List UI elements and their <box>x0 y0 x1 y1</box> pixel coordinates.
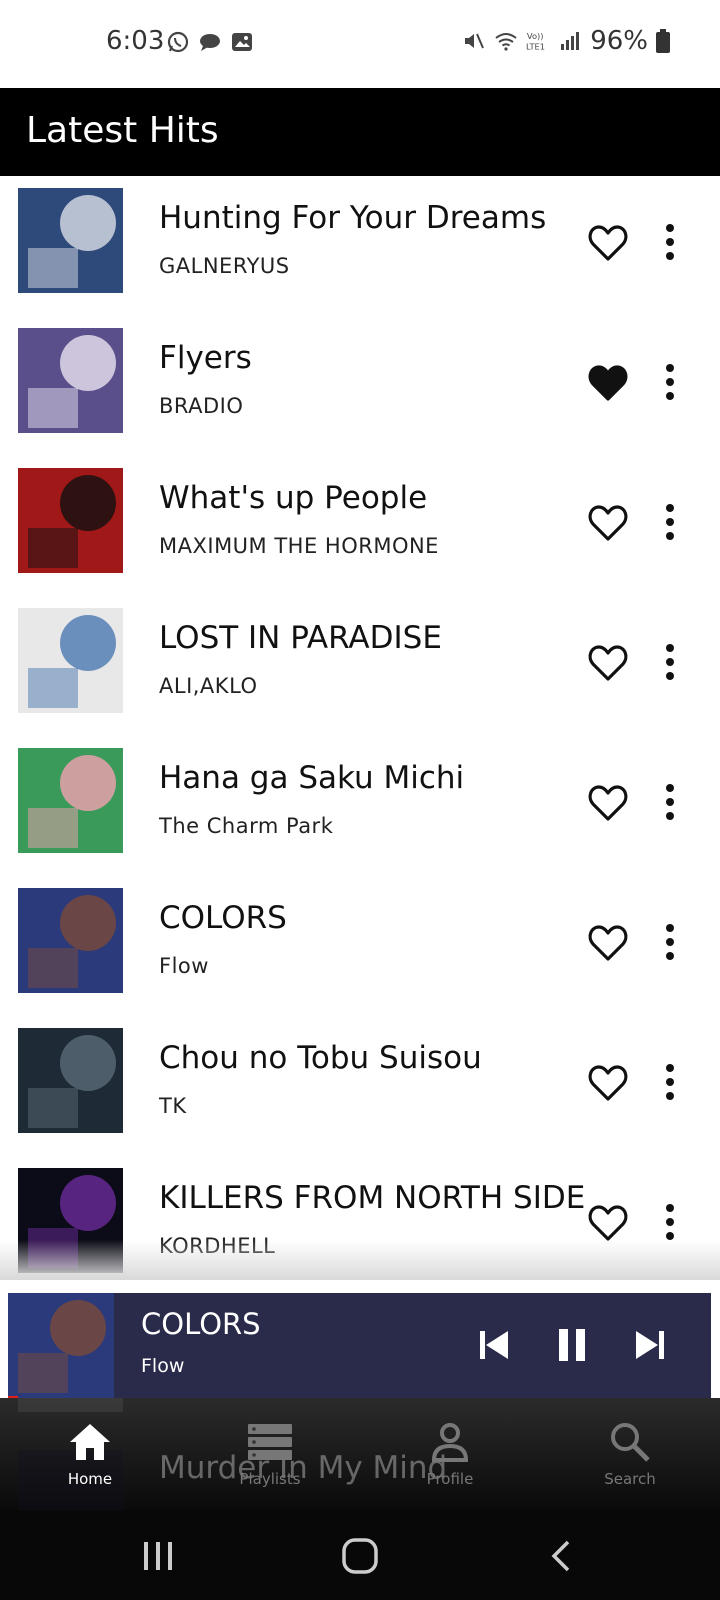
list-item[interactable]: Hana ga Saku Michi The Charm Park <box>0 736 720 876</box>
album-cover[interactable] <box>18 468 123 573</box>
heart-outline-icon[interactable] <box>588 1204 628 1242</box>
whatsapp-icon <box>167 31 189 53</box>
song-artist: TK <box>159 1094 187 1118</box>
song-artist: GALNERYUS <box>159 254 290 278</box>
nav-label: Profile <box>426 1470 474 1488</box>
album-cover <box>18 1398 123 1412</box>
list-fade <box>0 1240 720 1280</box>
recent-apps-icon[interactable] <box>138 1536 178 1576</box>
search-icon <box>611 1423 650 1462</box>
app-header: Latest Hits <box>0 88 720 176</box>
status-right: Vo)) LTE1 96% <box>462 26 670 56</box>
song-artist: BRADIO <box>159 394 244 418</box>
list-item[interactable]: Chou no Tobu Suisou TK <box>0 1016 720 1156</box>
previous-track-icon[interactable] <box>472 1323 516 1367</box>
status-bar: 6:03 Vo)) LTE1 96% <box>0 0 720 88</box>
chat-bubble-icon <box>200 34 220 51</box>
song-title: Flyers <box>159 340 252 376</box>
nav-label: Playlists <box>239 1470 301 1488</box>
svg-text:Vo)): Vo)) <box>527 31 544 41</box>
song-title: KILLERS FROM NORTH SIDE <box>159 1180 586 1216</box>
battery-icon <box>656 29 670 53</box>
heart-outline-icon[interactable] <box>588 644 628 682</box>
pause-icon[interactable] <box>550 1323 594 1367</box>
more-options-icon[interactable] <box>658 1060 682 1104</box>
more-options-icon[interactable] <box>658 360 682 404</box>
heart-outline-icon[interactable] <box>588 224 628 262</box>
list-item[interactable]: Hunting For Your Dreams GALNERYUS <box>0 176 720 316</box>
svg-text:LTE1: LTE1 <box>526 41 545 51</box>
mini-player-cover[interactable] <box>8 1293 114 1398</box>
mini-player-artist: Flow <box>141 1355 185 1377</box>
gallery-icon <box>232 33 252 51</box>
album-cover[interactable] <box>18 748 123 853</box>
profile-icon <box>431 1423 469 1462</box>
nav-search[interactable]: Search <box>570 1420 690 1500</box>
notification-icons <box>166 30 254 54</box>
status-time: 6:03 <box>106 26 165 56</box>
home-icon <box>70 1424 110 1460</box>
system-nav-bar <box>0 1510 720 1600</box>
heart-outline-icon[interactable] <box>588 924 628 962</box>
song-artist: ALI,AKLO <box>159 674 258 698</box>
nav-label: Search <box>604 1470 656 1488</box>
heart-outline-icon[interactable] <box>588 784 628 822</box>
nav-profile[interactable]: Profile <box>390 1420 510 1500</box>
page-title: Latest Hits <box>26 110 219 151</box>
song-title: LOST IN PARADISE <box>159 620 442 656</box>
nav-label: Home <box>67 1470 113 1488</box>
album-cover[interactable] <box>18 1028 123 1133</box>
nav-home[interactable]: Home <box>30 1420 150 1500</box>
song-artist: Flow <box>159 954 209 978</box>
heart-filled-icon[interactable] <box>588 364 628 402</box>
song-artist: MAXIMUM THE HORMONE <box>159 534 439 558</box>
heart-outline-icon[interactable] <box>588 504 628 542</box>
mute-icon <box>465 33 485 49</box>
song-title: What's up People <box>159 480 428 516</box>
more-options-icon[interactable] <box>658 500 682 544</box>
list-item[interactable]: Flyers BRADIO <box>0 316 720 456</box>
more-options-icon[interactable] <box>658 780 682 824</box>
song-title: Chou no Tobu Suisou <box>159 1040 482 1076</box>
list-item[interactable]: LOST IN PARADISE ALI,AKLO <box>0 596 720 736</box>
mini-player[interactable]: COLORS Flow <box>8 1293 711 1398</box>
song-title: Hunting For Your Dreams <box>159 200 547 236</box>
playlists-icon <box>248 1424 292 1460</box>
more-options-icon[interactable] <box>658 920 682 964</box>
more-options-icon[interactable] <box>658 220 682 264</box>
back-icon[interactable] <box>542 1536 582 1576</box>
album-cover[interactable] <box>18 328 123 433</box>
album-cover[interactable] <box>18 188 123 293</box>
mini-player-title: COLORS <box>141 1307 261 1341</box>
wifi-icon <box>495 33 517 51</box>
heart-outline-icon[interactable] <box>588 1064 628 1102</box>
home-button-icon[interactable] <box>340 1536 380 1576</box>
song-title: Hana ga Saku Michi <box>159 760 465 796</box>
song-title: COLORS <box>159 900 287 936</box>
song-artist: The Charm Park <box>159 814 334 838</box>
bottom-nav: Murder In My Mind Home Playlists Profile… <box>0 1398 720 1510</box>
more-options-icon[interactable] <box>658 640 682 684</box>
album-cover[interactable] <box>18 608 123 713</box>
nav-playlists[interactable]: Playlists <box>210 1420 330 1500</box>
list-item[interactable]: What's up People MAXIMUM THE HORMONE <box>0 456 720 596</box>
more-options-icon[interactable] <box>658 1200 682 1244</box>
song-list[interactable]: Hunting For Your Dreams GALNERYUS Flyers BR… <box>0 176 720 1296</box>
album-cover[interactable] <box>18 888 123 993</box>
next-track-icon[interactable] <box>628 1323 672 1367</box>
battery-percent: 96% <box>590 26 648 56</box>
signal-icon <box>561 32 580 50</box>
list-item[interactable]: COLORS Flow <box>0 876 720 1016</box>
volte-icon: Vo))LTE1 <box>526 31 545 51</box>
